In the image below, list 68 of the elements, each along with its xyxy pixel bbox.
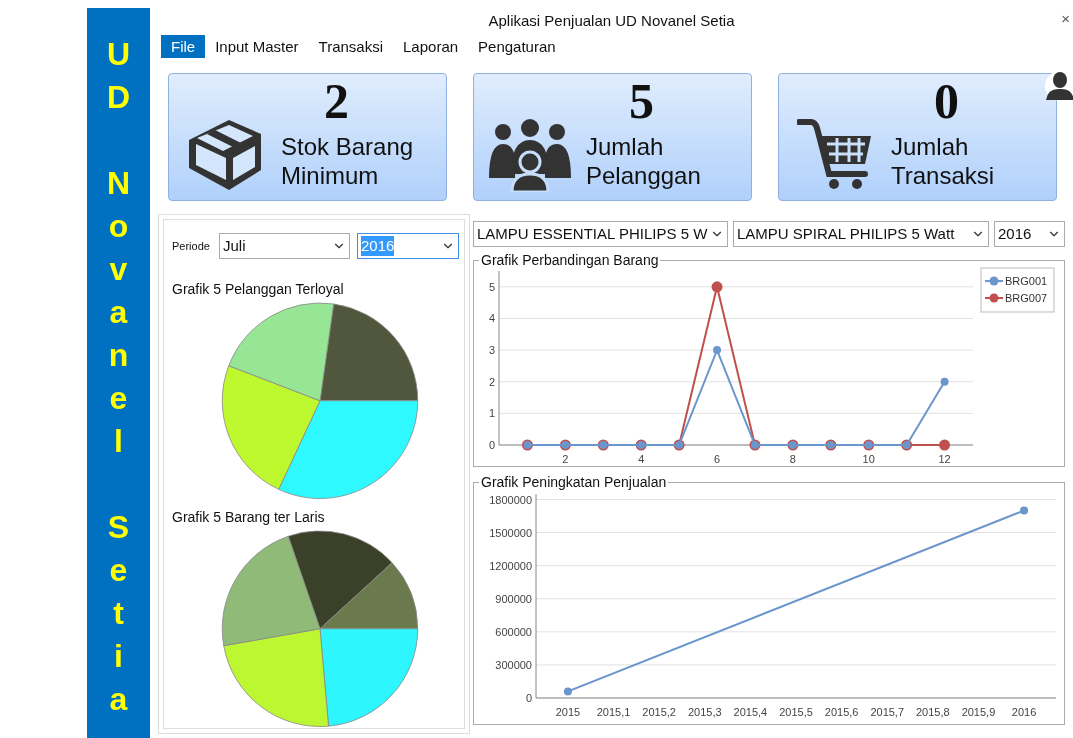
card-count: 5 bbox=[628, 74, 655, 124]
chart-title: Grafik Peningkatan Penjualan bbox=[480, 475, 668, 489]
data-point bbox=[940, 377, 949, 386]
dropdown[interactable]: LAMPU SPIRAL PHILIPS 5 Watt bbox=[733, 221, 989, 247]
axis-label: 4 bbox=[488, 312, 495, 325]
user-silhouette-icon bbox=[1043, 70, 1073, 102]
dropdown[interactable]: Juli bbox=[219, 233, 350, 259]
shopping-cart-icon bbox=[797, 118, 873, 192]
card-count: 2 bbox=[323, 74, 350, 124]
axis-label: 2015,3 bbox=[687, 706, 722, 718]
data-point bbox=[939, 439, 951, 451]
axis-label: 1500000 bbox=[489, 526, 532, 539]
axis-label: 2015 bbox=[555, 706, 581, 718]
dropdown[interactable]: 2016 bbox=[994, 221, 1065, 247]
sidebar-logo-text: Setia bbox=[107, 508, 130, 719]
menu-item[interactable]: Transaksi bbox=[308, 35, 393, 58]
card-label: Jumlah Transaksi bbox=[891, 132, 996, 191]
chart-title: Grafik Perbandingan Barang bbox=[480, 253, 660, 267]
menu-item[interactable]: Pengaturan bbox=[468, 35, 566, 58]
axis-label: 2016 bbox=[1011, 706, 1037, 718]
axis-label: 2015,1 bbox=[596, 706, 631, 718]
close-button[interactable]: × bbox=[1061, 10, 1070, 27]
dropdown[interactable]: LAMPU ESSENTIAL PHILIPS 5 W bbox=[473, 221, 728, 247]
axis-label: 2015,7 bbox=[870, 706, 905, 718]
axis-label: 1800000 bbox=[489, 493, 532, 506]
axis-label: 12 bbox=[938, 453, 951, 463]
sidebar-logo-text: Novanel bbox=[106, 164, 131, 461]
axis-label: 2015,4 bbox=[733, 706, 768, 718]
data-point bbox=[713, 346, 722, 355]
sidebar-logo-text: UD bbox=[106, 35, 131, 117]
chart-title: Grafik 5 Barang ter Laris bbox=[172, 508, 326, 525]
window-title: Aplikasi Penjualan UD Novanel Setia bbox=[488, 12, 735, 30]
menu-item[interactable]: Input Master bbox=[205, 35, 309, 58]
card-count: 0 bbox=[933, 74, 960, 124]
menu-item[interactable]: Laporan bbox=[393, 35, 469, 58]
axis-label: 1200000 bbox=[489, 559, 532, 572]
summary-card[interactable]: 2 Stok Barang Minimum bbox=[168, 73, 447, 201]
summary-card[interactable]: 5 Jumlah Pelanggan bbox=[473, 73, 752, 201]
axis-label: 4 bbox=[638, 453, 645, 463]
axis-label: 2015,6 bbox=[824, 706, 859, 718]
data-point bbox=[1020, 506, 1029, 515]
summary-card[interactable]: 0 Jumlah Transaksi bbox=[778, 73, 1057, 201]
axis-label: 0 bbox=[525, 692, 532, 704]
legend-label: BRG001 bbox=[1005, 275, 1048, 287]
axis-label: 5 bbox=[488, 280, 495, 293]
card-label: Jumlah Pelanggan bbox=[586, 132, 702, 191]
axis-label: 2015,8 bbox=[916, 706, 950, 718]
axis-label: 8 bbox=[789, 453, 796, 463]
axis-label: 3 bbox=[488, 344, 495, 357]
axis-label: 2 bbox=[562, 453, 569, 463]
axis-label: 600000 bbox=[495, 625, 532, 638]
axis-label: 2015,2 bbox=[642, 706, 676, 718]
menu-item[interactable]: File bbox=[161, 35, 206, 58]
data-point bbox=[711, 281, 723, 293]
axis-label: 0 bbox=[488, 439, 495, 451]
data-point bbox=[563, 687, 572, 696]
axis-label: 900000 bbox=[495, 592, 532, 605]
axis-label: 2015,9 bbox=[961, 706, 996, 718]
card-label: Stok Barang Minimum bbox=[281, 132, 415, 191]
axis-label: 2 bbox=[488, 375, 495, 388]
axis-label: 2015,5 bbox=[779, 706, 813, 718]
axis-label: 300000 bbox=[495, 658, 532, 671]
chart-title: Grafik 5 Pelanggan Terloyal bbox=[172, 281, 345, 297]
axis-label: 1 bbox=[488, 407, 495, 420]
axis-label: 6 bbox=[714, 453, 721, 463]
axis-label: 10 bbox=[862, 453, 875, 463]
period-label: Periode bbox=[172, 240, 211, 252]
legend-label: BRG007 bbox=[1005, 292, 1048, 304]
